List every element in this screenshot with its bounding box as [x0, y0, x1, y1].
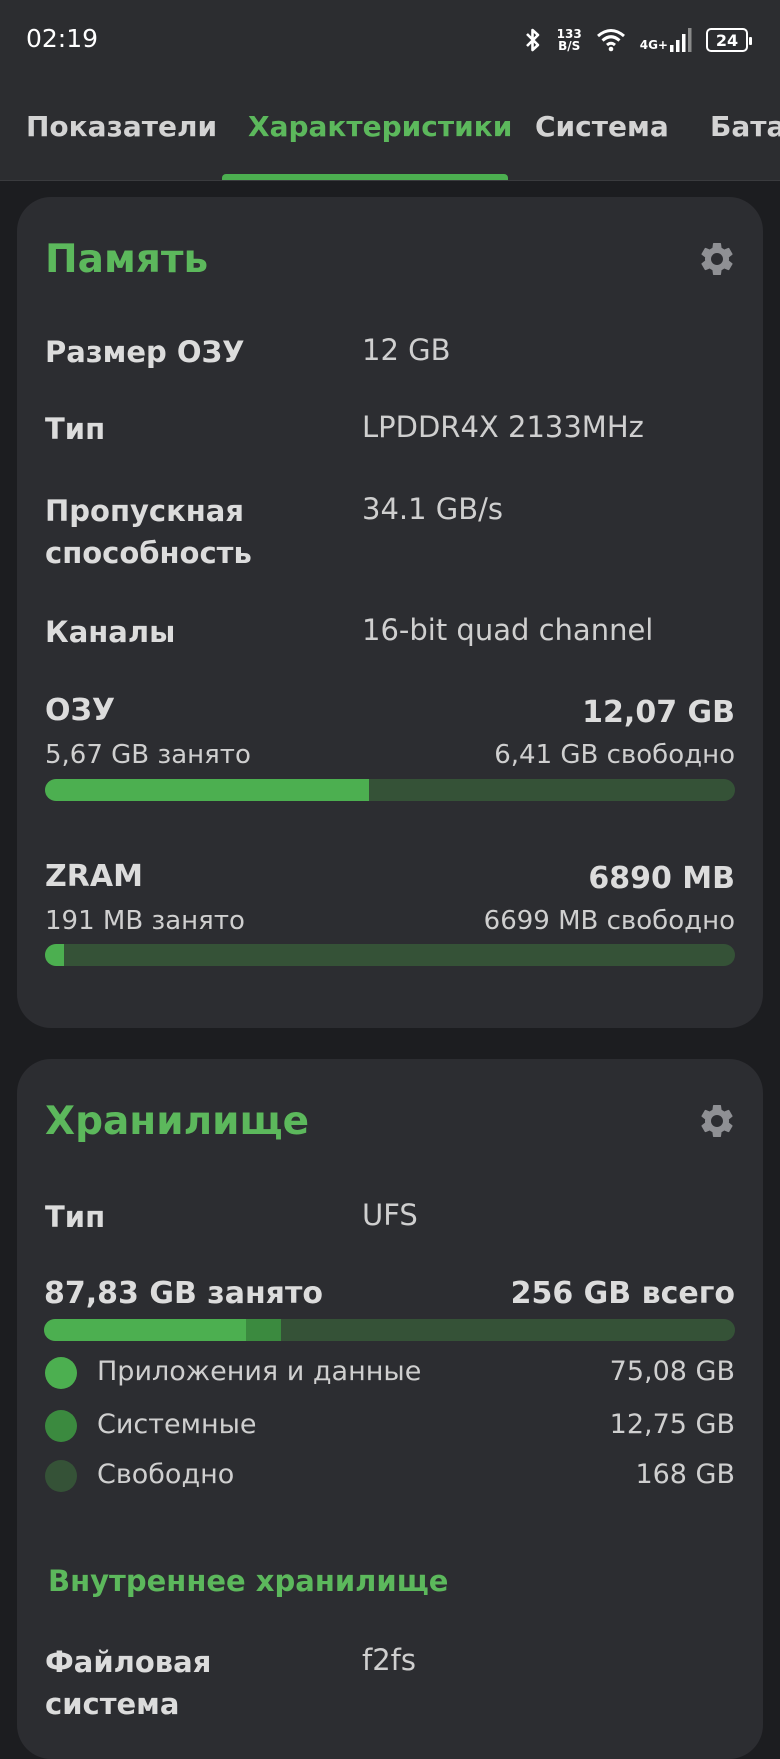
ram-usage-bar [45, 779, 735, 801]
storage-used: 87,83 GB занято [44, 1276, 323, 1311]
ram-free: 6,41 GB свободно [494, 740, 735, 770]
legend-apps: Приложения и данные 75,08 GB [45, 1354, 735, 1394]
ram-usage-fill [45, 779, 370, 801]
wifi-icon [596, 29, 625, 52]
legend-system-label: Системные [97, 1409, 257, 1440]
memory-settings-gear-icon[interactable] [697, 239, 737, 279]
storage-title: Хранилище [45, 1099, 310, 1144]
zram-total: 6890 MB [588, 861, 735, 896]
ram-size-value: 12 GB [362, 333, 451, 367]
filesystem-label-line2: система [45, 1687, 180, 1721]
zram-used: 191 MB занято [45, 906, 245, 936]
legend-free-value: 168 GB [635, 1459, 735, 1490]
storage-settings-gear-icon[interactable] [697, 1101, 737, 1141]
bluetooth-icon [525, 28, 539, 52]
signal-group: 4G+ [640, 28, 692, 52]
legend-system-dot [45, 1410, 77, 1442]
memory-card: Память Размер ОЗУ 12 GB Тип LPDDR4X 2133… [17, 197, 763, 1028]
memory-title: Память [45, 237, 209, 282]
tab-bar: Показатели Характеристики Система Батар [0, 80, 780, 181]
legend-free-label: Свободно [97, 1459, 235, 1490]
filesystem-value: f2fs [362, 1643, 416, 1677]
zram-usage-bar [45, 944, 735, 966]
tab-indicator [222, 174, 508, 180]
bandwidth-value: 34.1 GB/s [362, 492, 504, 526]
status-time: 02:19 [26, 24, 99, 53]
bandwidth-label-line1: Пропускная [45, 494, 244, 528]
tab-battery[interactable]: Батар [710, 110, 780, 143]
legend-apps-dot [45, 1357, 77, 1389]
legend-system: Системные 12,75 GB [45, 1407, 735, 1447]
storage-type-value: UFS [362, 1198, 418, 1232]
zram-usage-fill [45, 944, 65, 966]
legend-apps-label: Приложения и данные [97, 1356, 422, 1387]
storage-apps-fill [44, 1319, 247, 1341]
storage-type-label: Тип [45, 1200, 106, 1234]
tab-specifications[interactable]: Характеристики [248, 110, 512, 143]
status-icons: 133 B/S 4G+ 24 [523, 24, 752, 56]
tab-system[interactable]: Система [535, 110, 669, 143]
legend-free-dot [45, 1460, 77, 1492]
channels-value: 16-bit quad channel [362, 613, 654, 647]
bandwidth-label-line2: способность [45, 536, 252, 570]
status-bar: 02:19 133 B/S 4G+ 24 [0, 0, 780, 80]
storage-usage-bar [44, 1319, 735, 1341]
ram-title: ОЗУ [45, 693, 115, 728]
ram-used: 5,67 GB занято [45, 740, 251, 770]
ram-size-label: Размер ОЗУ [45, 335, 245, 369]
network-speed: 133 B/S [556, 27, 582, 53]
battery-icon: 24 [706, 28, 752, 52]
zram-title: ZRAM [45, 859, 143, 894]
network-type: 4G+ [639, 38, 668, 52]
zram-free: 6699 MB свободно [483, 906, 735, 936]
ram-type-label: Тип [45, 412, 106, 446]
ram-type-value: LPDDR4X 2133MHz [362, 410, 644, 444]
legend-system-value: 12,75 GB [609, 1409, 735, 1440]
tab-indicators[interactable]: Показатели [26, 110, 217, 143]
channels-label: Каналы [45, 615, 176, 649]
filesystem-label-line1: Файловая [45, 1645, 212, 1679]
ram-total: 12,07 GB [582, 695, 735, 730]
legend-apps-value: 75,08 GB [609, 1356, 735, 1387]
storage-total: 256 GB всего [510, 1276, 735, 1311]
storage-card: Хранилище Тип UFS 87,83 GB занято 256 GB… [17, 1059, 763, 1759]
legend-free: Свободно 168 GB [45, 1457, 735, 1497]
storage-system-fill [246, 1319, 281, 1341]
signal-icon [670, 28, 692, 52]
internal-storage-heading: Внутреннее хранилище [48, 1564, 449, 1598]
